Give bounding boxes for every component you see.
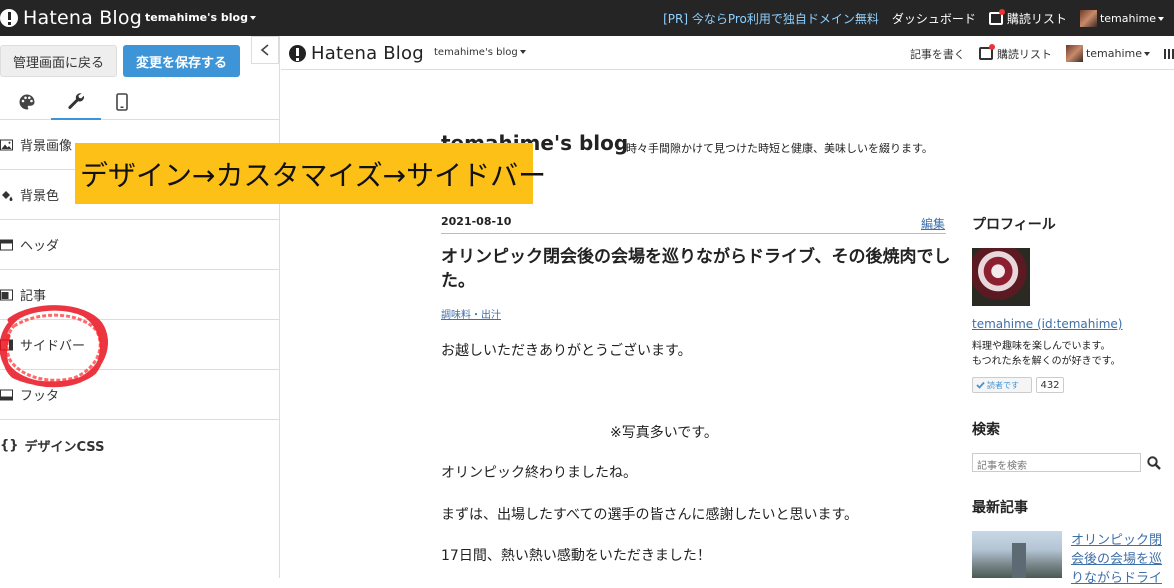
pro-promo-link[interactable]: [PR] 今ならPro利用で独自ドメイン無料 — [663, 10, 879, 27]
save-changes-button[interactable]: 変更を保存する — [123, 45, 240, 77]
reader-button-label: 読者です — [987, 380, 1019, 390]
menu-item-label: フッタ — [20, 389, 60, 404]
menu-item-footer[interactable]: フッタ — [0, 370, 279, 420]
recent-post-link[interactable]: オリンピック閉会後の会場を巡りながらドライ — [1071, 531, 1171, 588]
design-tabs — [0, 84, 279, 120]
chevron-left-icon — [260, 44, 269, 56]
reader-count: 432 — [1036, 377, 1064, 393]
blog-switcher[interactable]: temahime's blog — [145, 11, 256, 24]
recent-post-thumbnail[interactable] — [972, 531, 1062, 578]
caret-down-icon — [249, 16, 256, 20]
tab-customize[interactable] — [51, 84, 101, 120]
post-date[interactable]: 2021-08-10 — [441, 215, 511, 228]
profile-description-line: もつれた糸を解くのが好きです。 — [972, 356, 1121, 367]
dashboard-link[interactable]: ダッシュボード — [892, 10, 976, 27]
menu-item-label: 背景色 — [20, 189, 60, 204]
menu-item-label: ヘッダ — [20, 239, 60, 254]
menu-item-header[interactable]: ヘッダ — [0, 220, 279, 270]
edit-link[interactable]: 編集 — [921, 215, 945, 232]
profile-description-line: 料理や趣味を楽しんでいます。 — [972, 341, 1111, 352]
smartphone-icon — [116, 93, 128, 111]
menu-item-label: 背景画像 — [20, 139, 73, 154]
profile-heading: プロフィール — [972, 217, 1056, 233]
search-icon[interactable] — [1146, 455, 1162, 471]
avatar — [1065, 45, 1083, 62]
search-heading: 検索 — [972, 422, 1000, 438]
preview-header: Hatena Blog temahime's blog 記事を書く 購読リスト … — [281, 36, 1174, 70]
preview-header-right: 記事を書く 購読リスト temahime — [910, 44, 1174, 62]
divider — [441, 233, 946, 234]
tab-theme[interactable] — [2, 84, 52, 120]
recent-posts-heading: 最新記事 — [972, 500, 1028, 516]
logo-text: Hatena Blog — [23, 7, 142, 29]
logo-text: Hatena Blog — [311, 43, 424, 64]
menu-item-article[interactable]: 記事 — [0, 270, 279, 320]
post-paragraph: オリンピック終わりましたね。 — [441, 465, 637, 481]
blog-switcher-label: temahime's blog — [145, 11, 248, 24]
top-bar: Hatena Blog temahime's blog [PR] 今ならPro利… — [0, 0, 1174, 36]
top-bar-right: [PR] 今ならPro利用で独自ドメイン無料 ダッシュボード 購読リスト tem… — [663, 9, 1164, 27]
caret-down-icon — [1144, 51, 1150, 56]
caret-down-icon — [1158, 16, 1164, 21]
layout-icon — [0, 239, 13, 250]
instruction-banner: デザイン→カスタマイズ→サイドバー — [75, 143, 546, 204]
post-title[interactable]: オリンピック閉会後の会場を巡りながらドライブ、その後焼肉でした。 — [441, 245, 951, 293]
collapse-panel-button[interactable] — [251, 36, 279, 64]
preview-blog-switcher[interactable]: temahime's blog — [434, 47, 526, 58]
menu-item-sidebar[interactable]: サイドバー — [0, 320, 279, 370]
menu-item-design-css[interactable]: {} デザインCSS — [0, 420, 279, 470]
menu-item-label: サイドバー — [20, 339, 86, 354]
profile-image[interactable] — [972, 248, 1030, 306]
preview-reading-list-link[interactable]: 購読リスト — [978, 44, 1052, 62]
reading-list-link[interactable]: 購読リスト — [988, 9, 1067, 27]
menu-item-label: デザインCSS — [24, 439, 105, 455]
notification-dot — [988, 44, 995, 50]
post-paragraph: まずは、出場したすべての選手の皆さんに感謝したいと思います。 — [441, 507, 859, 523]
hatena-logo-icon — [289, 45, 306, 62]
profile-description: 料理や趣味を楽しんでいます。 もつれた糸を解くのが好きです。 — [972, 339, 1121, 369]
wrench-icon — [68, 93, 85, 109]
user-menu[interactable]: temahime — [1079, 10, 1164, 27]
reader-button[interactable]: 読者です — [972, 377, 1032, 393]
design-panel: 管理画面に戻る 変更を保存する 背景画像 背景色 ヘッダ 記事 サイドバー フッ… — [0, 36, 280, 578]
braces-icon: {} — [0, 437, 19, 453]
layout-icon — [0, 389, 13, 400]
image-icon — [0, 139, 13, 150]
caret-down-icon — [519, 50, 526, 54]
tab-smartphone[interactable] — [97, 84, 147, 120]
hatena-logo-icon — [0, 9, 18, 27]
layout-icon — [0, 339, 13, 350]
palette-icon — [19, 94, 35, 110]
write-article-link[interactable]: 記事を書く — [910, 46, 965, 62]
avatar — [1079, 10, 1097, 27]
blog-description: 時々手間隙かけて見つけた時短と健康、美味しいを綴ります。 — [626, 142, 933, 155]
preview-hatena-logo[interactable]: Hatena Blog — [289, 43, 424, 64]
paint-bucket-icon — [2, 190, 13, 201]
search-input[interactable]: 記事を検索 — [972, 453, 1141, 472]
reading-list-label: 購読リスト — [1006, 12, 1067, 26]
back-to-admin-button[interactable]: 管理画面に戻る — [0, 45, 117, 77]
notification-dot — [998, 9, 1005, 15]
category-link[interactable]: 調味料・出汁 — [441, 306, 501, 321]
check-icon — [976, 381, 985, 389]
reading-list-label: 購読リスト — [996, 47, 1052, 61]
profile-link[interactable]: temahime (id:temahime) — [972, 317, 1122, 331]
reading-list-icon — [988, 9, 1005, 25]
post-paragraph: ※写真多いです。 — [610, 425, 718, 441]
hatena-logo[interactable]: Hatena Blog — [0, 6, 142, 30]
reading-list-icon — [978, 44, 995, 60]
user-name: temahime — [1085, 47, 1142, 60]
layout-icon — [0, 289, 13, 300]
grid-menu-icon[interactable] — [1164, 48, 1174, 59]
post-paragraph: 17日間、熱い熱い感動をいただきました！ — [441, 548, 711, 564]
preview-user-menu[interactable]: temahime — [1065, 45, 1150, 62]
blog-switcher-label: temahime's blog — [434, 47, 518, 58]
post-paragraph: お越しいただきありがとうございます。 — [441, 343, 692, 359]
menu-item-label: 記事 — [20, 289, 47, 304]
user-name: temahime — [1099, 12, 1156, 25]
